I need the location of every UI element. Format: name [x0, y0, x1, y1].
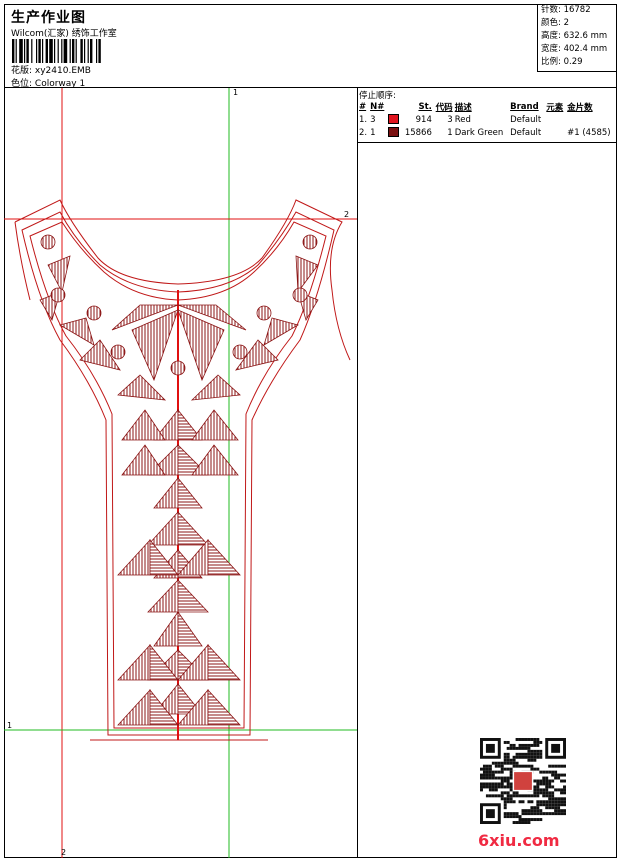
table-header-row: # N# St. 代码 描述 Brand 元素 金片数 — [358, 100, 616, 113]
motif-triangle — [121, 409, 166, 441]
stat-value: 402.4 mm — [563, 44, 608, 54]
element — [545, 126, 566, 139]
table-row: 1. 3 914 3 Red Default — [358, 113, 616, 126]
company-name: Wilcom(汇家) 绣饰工作室 — [11, 29, 117, 39]
stat-height: 高度: 632.6 mm — [538, 30, 617, 43]
stat-stitches: 针数: 16782 — [538, 4, 617, 17]
color-swatch-cell — [387, 126, 401, 139]
motif-triangle — [58, 317, 95, 346]
design-name-value: xy2410.EMB — [34, 66, 91, 76]
color-code: 3 — [447, 114, 453, 125]
guide-label-h1: 1 — [7, 721, 12, 730]
motif-triangle — [147, 510, 179, 546]
col-header: 代码 — [435, 102, 453, 113]
brand: Default — [510, 114, 542, 125]
stat-value: 16782 — [563, 5, 591, 15]
stat-value: 0.29 — [563, 57, 583, 67]
color-swatch — [387, 127, 399, 138]
motif-triangle — [207, 688, 241, 726]
stat-value: 632.6 mm — [563, 31, 608, 41]
table-bottom-line — [358, 142, 617, 143]
col-header: Brand — [510, 101, 539, 112]
stats-box: 针数: 16782 颜色: 2 高度: 632.6 mm 宽度: 402.4 m… — [537, 4, 617, 72]
stat-label: 比例: — [541, 57, 564, 67]
motif-circle — [50, 287, 66, 303]
color-description: Dark Green — [454, 127, 504, 138]
motif-triangle — [177, 476, 203, 509]
stat-label: 高度: — [541, 31, 564, 41]
motif-triangle — [153, 476, 179, 509]
color-swatch-cell — [387, 113, 401, 126]
stat-label: 针数: — [541, 5, 564, 15]
stat-scale: 比例: 0.29 — [538, 56, 617, 69]
header: 生产作业图 Wilcom(汇家) 绣饰工作室 花版: xy2410.EMB 色位… — [4, 4, 617, 89]
qr-code — [480, 738, 566, 824]
motif-circle — [170, 360, 186, 376]
motif-triangle — [153, 610, 179, 647]
stitch-count: 15866 — [404, 127, 432, 138]
motif-triangle — [191, 444, 239, 476]
motif-circle — [292, 287, 308, 303]
motif-triangle — [177, 510, 209, 546]
design-name-label: 花版: — [11, 66, 35, 76]
page-title: 生产作业图 — [11, 10, 86, 26]
motif-circle — [256, 305, 272, 321]
motif-triangle — [207, 643, 241, 681]
motif-triangle — [121, 444, 166, 476]
row-number: 2. — [359, 127, 368, 138]
col-header — [387, 100, 401, 113]
guide-label-v2: 2 — [61, 848, 66, 857]
motif-triangle — [117, 643, 151, 681]
col-header: N# — [370, 101, 385, 112]
table-row: 2. 1 15866 1 Dark Green Default #1 (4585… — [358, 126, 616, 139]
motif-circle — [40, 234, 56, 250]
watermark-logo: 6xiu.com — [478, 831, 560, 850]
motif-triangle — [117, 538, 151, 576]
panel-divider — [357, 88, 358, 858]
motif-triangle — [207, 538, 241, 576]
motif-circle — [302, 234, 318, 250]
stat-value: 2 — [563, 18, 569, 28]
col-header: 元素 — [546, 102, 564, 113]
needle-number: 1 — [370, 127, 376, 138]
sequin-count: #1 (4585) — [567, 127, 611, 138]
col-header: St. — [418, 101, 432, 112]
col-header: 金片数 — [567, 102, 593, 113]
motif-triangle — [117, 688, 151, 726]
motif-circle — [232, 344, 248, 360]
motif-triangle — [177, 610, 203, 647]
motif-triangle — [190, 374, 241, 401]
stat-label: 宽度: — [541, 44, 564, 54]
motif-triangle — [147, 578, 179, 613]
motif-triangle — [47, 255, 71, 294]
barcode — [12, 39, 101, 63]
color-swatch — [387, 114, 399, 125]
motif-triangle — [177, 578, 209, 613]
sequin-count — [566, 113, 616, 126]
col-header: # — [359, 101, 367, 112]
motif-circle — [86, 305, 102, 321]
motif-triangle — [191, 409, 239, 441]
color-code: 1 — [447, 127, 453, 138]
guide-label-h2: 2 — [344, 210, 349, 219]
row-number: 1. — [359, 114, 368, 125]
stitch-count: 914 — [415, 114, 432, 125]
motif-triangle — [295, 255, 319, 294]
design-name-line: 花版: xy2410.EMB — [11, 63, 91, 76]
element — [545, 113, 566, 126]
stat-label: 颜色: — [541, 18, 564, 28]
brand: Default — [510, 127, 542, 138]
stat-colors: 颜色: 2 — [538, 17, 617, 30]
motif-circle — [110, 344, 126, 360]
col-header: 描述 — [454, 102, 472, 113]
embroidery-design-preview: 1 2 1 2 — [4, 88, 357, 858]
motif-triangle — [263, 317, 300, 346]
color-description: Red — [454, 114, 471, 125]
needle-number: 3 — [370, 114, 376, 125]
stat-width: 宽度: 402.4 mm — [538, 43, 617, 56]
motif-triangle — [117, 374, 167, 401]
guide-label-v1: 1 — [233, 88, 238, 97]
stop-sequence-table: # N# St. 代码 描述 Brand 元素 金片数 1. 3 914 3 R… — [358, 100, 616, 139]
